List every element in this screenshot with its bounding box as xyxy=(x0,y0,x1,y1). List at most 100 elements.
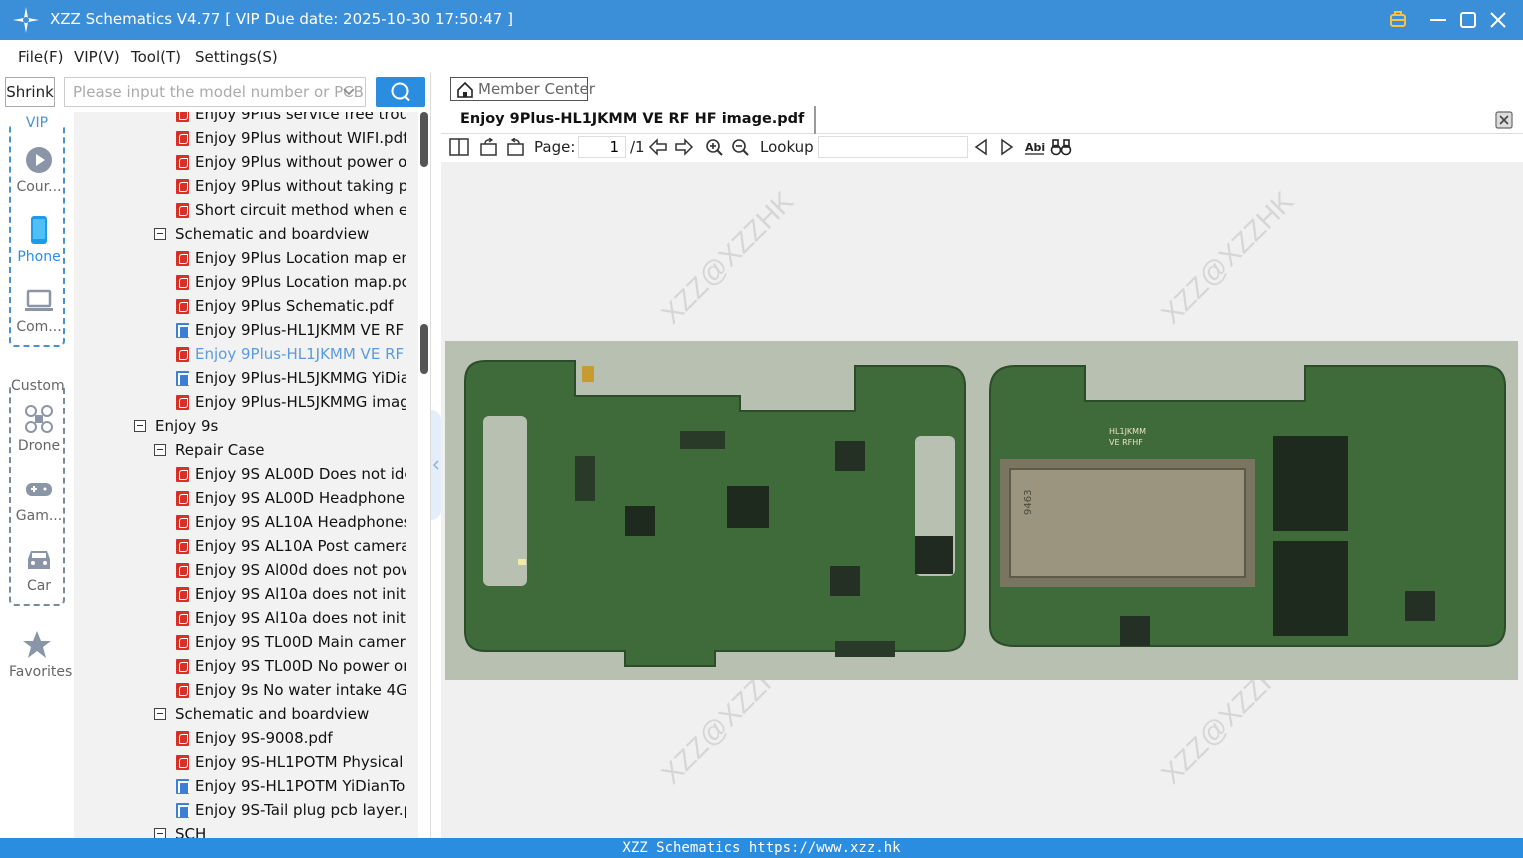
panel-splitter[interactable] xyxy=(430,72,441,838)
tree-item-label: Enjoy 9S TL00D Main camera does xyxy=(195,633,406,651)
tree-file[interactable]: Enjoy 9Plus without power on.pdf xyxy=(74,150,414,174)
tree-folder[interactable]: Schematic and boardview xyxy=(74,702,414,726)
zoom-out-icon[interactable] xyxy=(731,138,751,156)
nav-courses[interactable]: Cour... xyxy=(11,145,67,195)
tree-file[interactable]: Enjoy 9S Al10a does not initiate xyxy=(74,606,414,630)
document-tabs: Enjoy 9Plus-HL1JKMM VE RF HF image.pdf xyxy=(441,106,1523,134)
find-prev-icon[interactable] xyxy=(973,138,989,156)
page-input[interactable]: 1 xyxy=(578,136,626,158)
tree-file[interactable]: Enjoy 9S TL00D No power on (c xyxy=(74,654,414,678)
nav-drone[interactable]: Drone xyxy=(11,404,67,454)
tree-file[interactable]: Enjoy 9S AL10A Headphones silent xyxy=(74,510,414,534)
search-input[interactable]: Please input the model number or PCB xyxy=(64,77,366,107)
collapse-toggle-icon[interactable] xyxy=(154,444,166,456)
tree-item-label: Enjoy 9Plus Location map en.pdf xyxy=(195,249,406,267)
search-button[interactable] xyxy=(376,77,425,107)
zoom-in-icon[interactable] xyxy=(705,138,725,156)
collapse-toggle-icon[interactable] xyxy=(134,420,146,432)
maximize-icon[interactable] xyxy=(1456,8,1480,32)
rotate-left-icon[interactable] xyxy=(479,138,499,156)
pdf-file-icon xyxy=(176,299,189,314)
tree-item-label: Enjoy 9S-HL1POTM YiDianTong xyxy=(195,777,406,795)
rotate-right-icon[interactable] xyxy=(505,138,525,156)
tree-item-label: Enjoy 9S AL00D Headphone identify xyxy=(195,489,406,507)
pdf-file-icon xyxy=(176,395,189,410)
tree-file[interactable]: Enjoy 9S-Tail plug pcb layer.pcb xyxy=(74,798,414,822)
collapse-toggle-icon[interactable] xyxy=(154,828,166,838)
tree-file[interactable]: Enjoy 9S AL00D Headphone identify xyxy=(74,486,414,510)
home-icon xyxy=(457,81,473,98)
close-tab-icon[interactable] xyxy=(1495,111,1513,129)
tree-file[interactable]: Enjoy 9S-9008.pdf xyxy=(74,726,414,750)
page-label: Page: xyxy=(534,138,576,156)
chevron-down-icon[interactable] xyxy=(341,84,357,100)
tree-item-label: Enjoy 9Plus-HL1JKMM VE RF HF.pcb xyxy=(195,321,406,339)
tree-item-label: Enjoy 9S-9008.pdf xyxy=(195,729,333,747)
pdf-file-icon xyxy=(176,155,189,170)
binoculars-icon[interactable] xyxy=(1050,138,1072,156)
tree-folder[interactable]: SCH xyxy=(74,822,414,838)
tree-item-label: Enjoy 9Plus-HL5JKMMG image.pdf xyxy=(195,393,406,411)
menu-settings[interactable]: Settings(S) xyxy=(195,48,278,66)
collapse-toggle-icon[interactable] xyxy=(154,708,166,720)
tree-file[interactable]: Enjoy 9Plus-HL1JKMM VE RF HF.pcb xyxy=(74,318,414,342)
nav-phone[interactable]: Phone xyxy=(11,215,67,265)
find-next-icon[interactable] xyxy=(999,138,1015,156)
menu-file[interactable]: File(F) xyxy=(18,48,63,66)
tree-file[interactable]: Enjoy 9S AL10A Post camera no xyxy=(74,534,414,558)
car-icon xyxy=(28,551,50,569)
member-center-button[interactable]: Member Center xyxy=(450,77,595,101)
tree-file[interactable]: Enjoy 9Plus service free troubleshooting… xyxy=(74,112,414,126)
star-icon xyxy=(23,631,51,658)
nav-favorites[interactable]: Favorites xyxy=(9,630,72,680)
tree-item-label: Enjoy 9Plus without taking pictures.pdf xyxy=(195,177,406,195)
tab-document[interactable]: Enjoy 9Plus-HL1JKMM VE RF HF image.pdf xyxy=(441,106,817,134)
nav-car[interactable]: Car xyxy=(11,544,67,594)
close-icon[interactable] xyxy=(1486,8,1510,32)
document-panel: Member Center Enjoy 9Plus-HL1JKMM VE RF … xyxy=(441,72,1523,838)
menu-tool[interactable]: Tool(T) xyxy=(131,48,181,66)
menu-vip[interactable]: VIP(V) xyxy=(74,48,120,66)
category-nav: VIP Cour... Phone Com... Custom Drone Ga… xyxy=(0,112,74,838)
vip-briefcase-icon[interactable] xyxy=(1386,8,1410,32)
tree-file[interactable]: Enjoy 9Plus-HL1JKMM VE RF HF image.pdf xyxy=(74,342,414,366)
tree-scrollbar[interactable] xyxy=(418,112,430,838)
tree-file[interactable]: Enjoy 9Plus without WIFI.pdf xyxy=(74,126,414,150)
tree-file[interactable]: Enjoy 9s No water intake 4G.pdf xyxy=(74,678,414,702)
tree-file[interactable]: Enjoy 9S TL00D Main camera does xyxy=(74,630,414,654)
shrink-button[interactable]: Shrink xyxy=(5,77,55,107)
next-page-icon[interactable] xyxy=(674,138,694,156)
tree-file[interactable]: Enjoy 9Plus Location map en.pdf xyxy=(74,246,414,270)
board-model-label: HL1JKMM xyxy=(1109,427,1146,436)
minimize-icon[interactable] xyxy=(1426,8,1450,32)
tree-file[interactable]: Enjoy 9Plus Location map.pdf xyxy=(74,270,414,294)
collapse-handle[interactable] xyxy=(431,410,441,520)
scrollbar-thumb[interactable] xyxy=(420,112,428,167)
scrollbar-thumb-secondary[interactable] xyxy=(420,324,428,374)
prev-page-icon[interactable] xyxy=(648,138,668,156)
tree-file[interactable]: Enjoy 9S Al00d does not power xyxy=(74,558,414,582)
collapse-toggle-icon[interactable] xyxy=(154,228,166,240)
tree-folder[interactable]: Schematic and boardview xyxy=(74,222,414,246)
search-row: Shrink Please input the model number or … xyxy=(0,72,430,112)
nav-games[interactable]: Gam... xyxy=(11,474,67,524)
tree-file[interactable]: Short circuit method when enjoy xyxy=(74,198,414,222)
tree-file[interactable]: Enjoy 9S-HL1POTM YiDianTong xyxy=(74,774,414,798)
tree-file[interactable]: Enjoy 9S-HL1POTM Physical scan xyxy=(74,750,414,774)
tree-file[interactable]: Enjoy 9S AL00D Does not identify xyxy=(74,462,414,486)
tree-folder[interactable]: Enjoy 9s xyxy=(74,414,414,438)
sidebar-toggle-icon[interactable] xyxy=(449,138,469,156)
tree-file[interactable]: Enjoy 9Plus-HL5JKMMG image.pdf xyxy=(74,390,414,414)
nav-games-label: Gam... xyxy=(15,508,63,524)
lookup-input[interactable] xyxy=(818,136,968,158)
tree-file[interactable]: Enjoy 9Plus Schematic.pdf xyxy=(74,294,414,318)
tree-file[interactable]: Enjoy 9Plus-HL5JKMMG YiDianTong.pcb xyxy=(74,366,414,390)
tree-folder[interactable]: Repair Case xyxy=(74,438,414,462)
tree-file[interactable]: Enjoy 9Plus without taking pictures.pdf xyxy=(74,174,414,198)
pdf-viewer[interactable]: XZZ@XZZHK XZZ@XZZHK XZZ@XZZHK XZZ@XZZHK xyxy=(441,162,1523,838)
tree-file[interactable]: Enjoy 9S Al10a does not initiate xyxy=(74,582,414,606)
nav-computer[interactable]: Com... xyxy=(11,285,67,335)
tree-item-label: Enjoy 9S Al10a does not initiate xyxy=(195,609,406,627)
match-case-icon[interactable]: Abi xyxy=(1024,138,1046,156)
pcb-file-icon xyxy=(176,371,190,386)
